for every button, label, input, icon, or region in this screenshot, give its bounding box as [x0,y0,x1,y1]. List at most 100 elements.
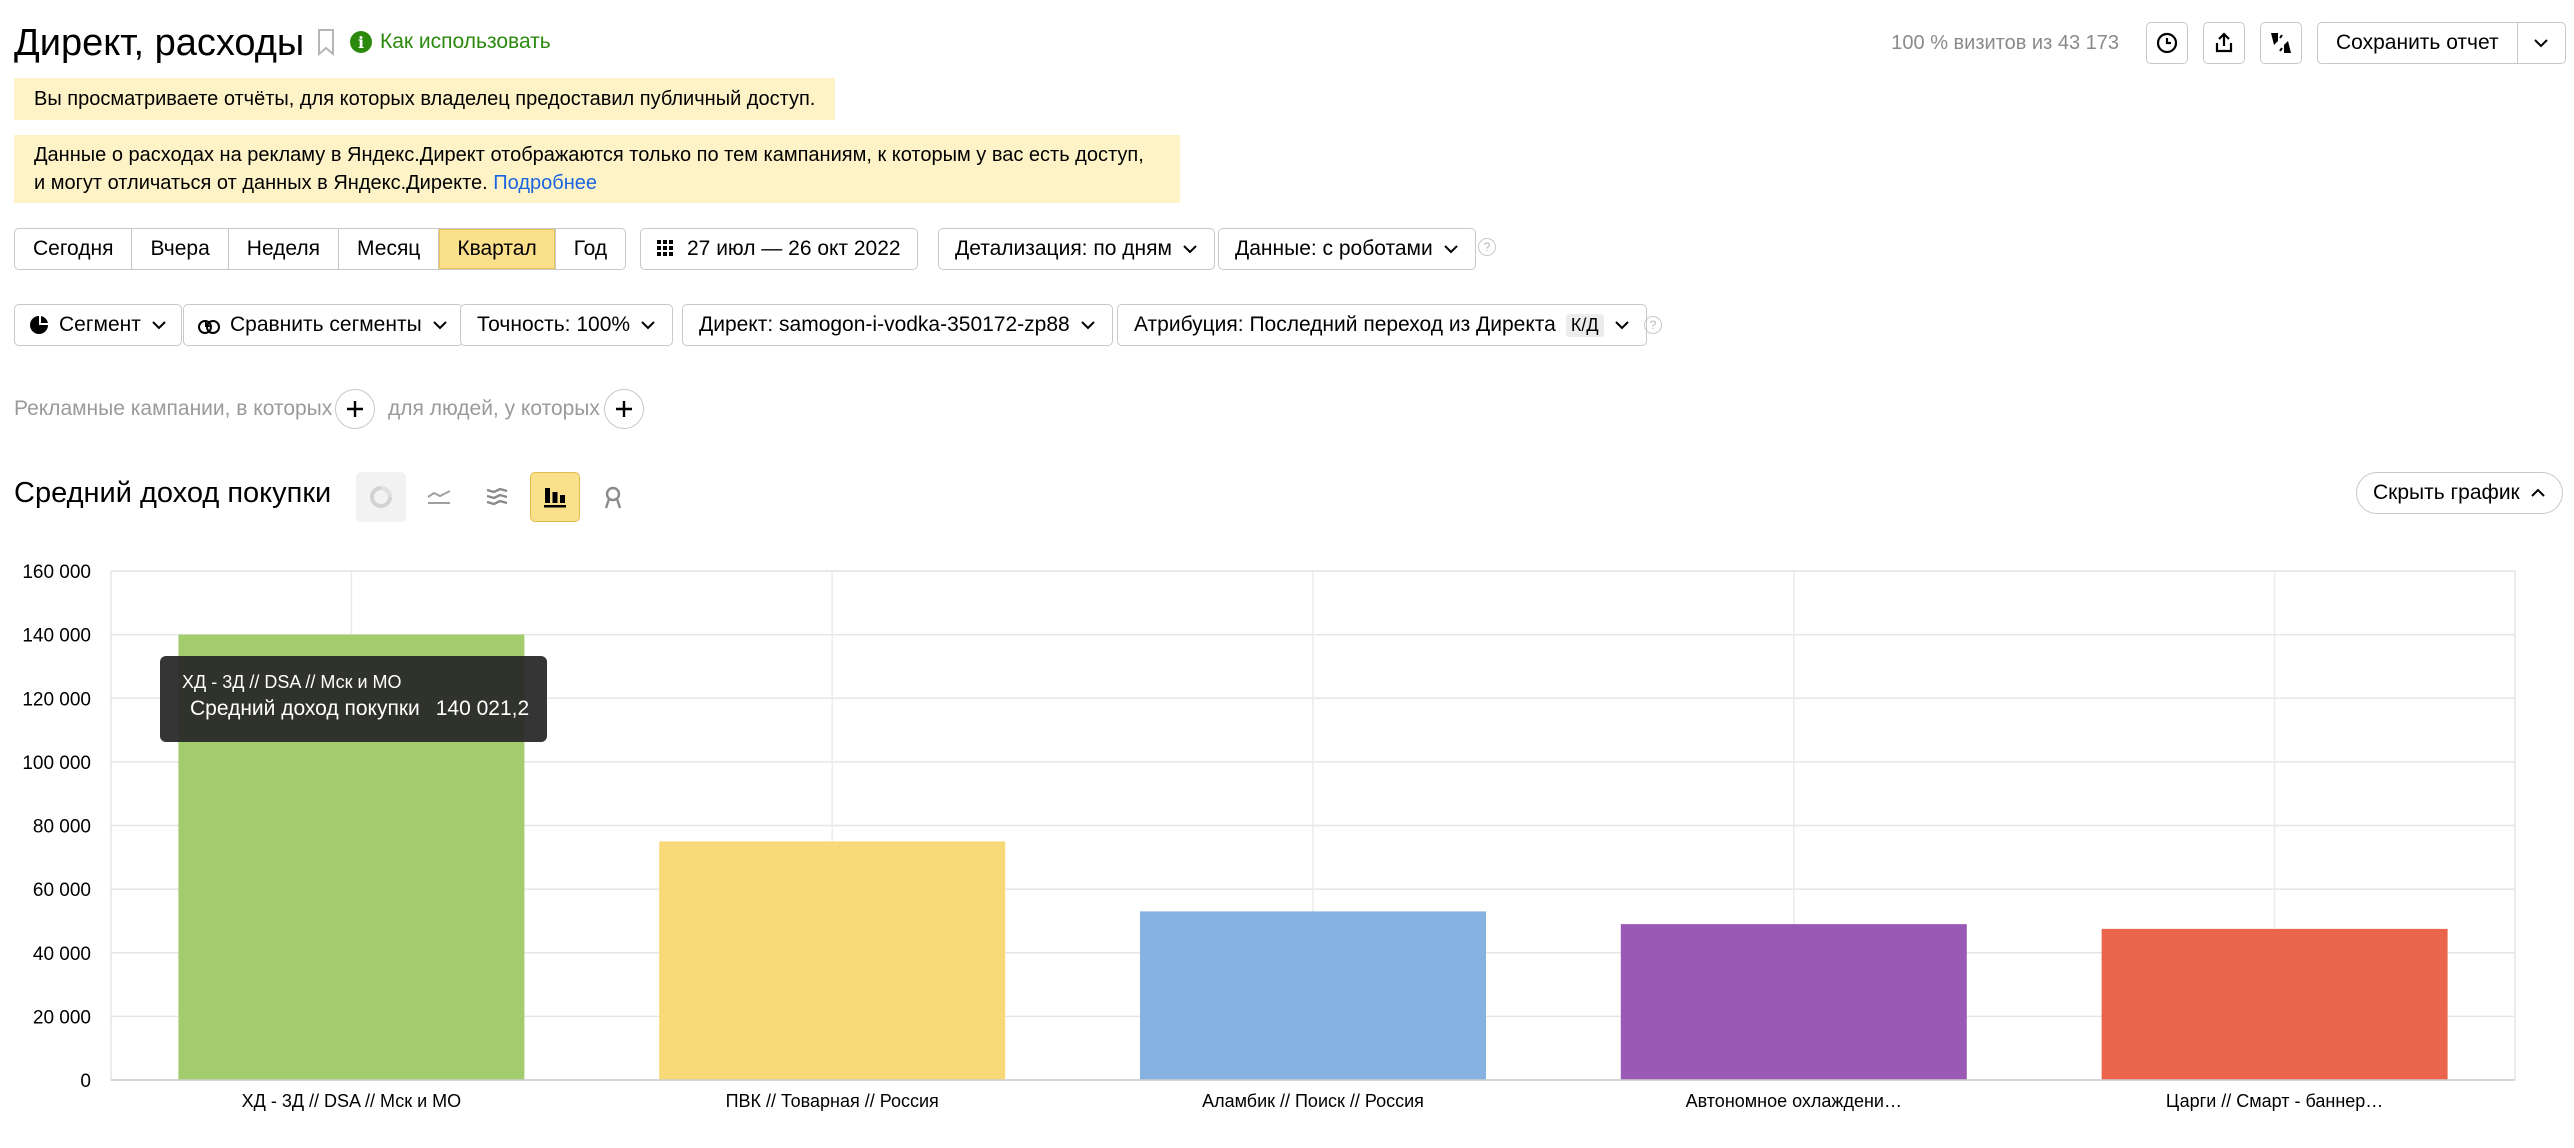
compare-segments-button[interactable]: Сравнить сегменты [183,304,463,346]
thumbs-icon [2271,33,2291,53]
feedback-button[interactable] [2260,22,2302,64]
save-report-dropdown[interactable] [2516,23,2565,63]
tooltip-metric: Средний доход покупки [190,697,420,720]
chevron-down-icon [1080,321,1095,330]
more-link[interactable]: Подробнее [493,172,597,194]
y-tick-label: 120 000 [22,689,91,710]
chart-type-map[interactable] [588,472,638,522]
bar [2101,928,2448,1080]
period-year[interactable]: Год [556,229,625,269]
history-button[interactable] [2146,22,2188,64]
help-icon[interactable]: ? [1644,316,1662,334]
chevron-down-icon [152,321,166,330]
y-tick-label: 20 000 [33,1007,91,1028]
chart-type-bar[interactable] [530,472,580,522]
accuracy-label: Точность: 100% [477,313,631,336]
export-button[interactable] [2203,22,2245,64]
data-mode-dropdown[interactable]: Данные: с роботами [1218,228,1476,270]
line-chart-icon [427,490,451,504]
notice-line-2: и могут отличаться от данных в Яндекс.Ди… [34,169,1160,197]
attribution-label: Атрибуция: Последний переход из Директа [1134,313,1556,336]
chart-title: Средний доход покупки [14,477,332,509]
page-title: Директ, расходы [14,22,305,64]
period-quarter[interactable]: Квартал [439,229,556,269]
clock-icon [2156,32,2178,54]
help-icon[interactable]: ? [1478,238,1496,256]
chevron-down-icon [2534,39,2548,48]
bar-chart-icon [544,488,566,508]
data-mode-label: Данные: с роботами [1235,237,1433,260]
chart-type-area[interactable] [472,472,522,522]
chevron-down-icon [1614,321,1629,330]
y-tick-label: 160 000 [22,562,91,583]
period-week[interactable]: Неделя [229,229,340,269]
direct-account-label: Директ: samogon-i-vodka-350172-zp88 [699,313,1070,336]
period-month[interactable]: Месяц [339,229,440,269]
add-people-filter-button[interactable] [604,389,644,429]
hide-chart-button[interactable]: Скрыть график [2356,472,2563,514]
attribution-badge: К/Д [1565,313,1604,337]
notice-line-2-text: и могут отличаться от данных в Яндекс.Ди… [34,172,488,194]
public-access-notice: Вы просматриваете отчёты, для которых вл… [14,78,836,120]
area-chart-icon [486,487,508,506]
plus-icon [347,401,363,417]
chevron-up-icon [2531,488,2545,497]
notice-line-1: Данные о расходах на рекламу в Яндекс.Ди… [34,144,1144,166]
date-range-label: 27 июл — 26 окт 2022 [687,237,901,260]
detail-label: Детализация: по дням [955,237,1172,260]
bar [1140,911,1486,1080]
direct-account-dropdown[interactable]: Директ: samogon-i-vodka-350172-zp88 [682,304,1113,346]
plus-icon [616,401,632,417]
save-report-group: Сохранить отчет [2317,22,2566,64]
detail-dropdown[interactable]: Детализация: по дням [938,228,1215,270]
visits-sample-info: 100 % визитов из 43 173 [1891,32,2119,54]
y-tick-label: 0 [80,1071,91,1092]
hide-chart-label: Скрыть график [2373,481,2520,504]
chart-tooltip: ХД - 3Д // DSA // Мск и МО Средний доход… [160,656,547,742]
map-pin-icon [604,486,622,509]
attribution-dropdown[interactable]: Атрибуция: Последний переход из Директа … [1117,304,1647,346]
period-today[interactable]: Сегодня [15,229,133,269]
chart-type-line[interactable] [414,472,464,522]
tooltip-row: Средний доход покупки 140 021,2 [182,697,529,721]
tooltip-title: ХД - 3Д // DSA // Мск и МО [182,672,402,692]
how-to-use-link[interactable]: i Как использовать [350,30,551,54]
y-tick-label: 40 000 [33,944,91,965]
share-icon [2215,32,2233,53]
chevron-down-icon [641,321,655,330]
chevron-down-icon [1444,245,1458,254]
accuracy-dropdown[interactable]: Точность: 100% [460,304,674,346]
bookmark-icon[interactable] [316,28,336,56]
pie-icon [30,316,48,334]
x-tick-label: Автономное охлаждени… [1686,1091,1902,1111]
people-filter-text: для людей, у которых [388,397,600,420]
y-tick-label: 100 000 [22,753,91,774]
campaigns-filter-text: Рекламные кампании, в которых [14,397,333,420]
segment-label: Сегмент [59,313,141,336]
direct-data-notice: Данные о расходах на рекламу в Яндекс.Ди… [14,135,1180,203]
bar-chart: 0 20 000 40 000 60 000 80 000 100 000 120 000 1… [22,562,2516,1111]
y-tick-label: 60 000 [33,880,91,901]
compare-icon [198,320,220,334]
bar [659,841,1006,1080]
segment-button[interactable]: Сегмент [14,304,182,346]
chart-type-pie[interactable] [356,472,406,522]
pie-chart-icon [370,486,392,508]
y-tick-label: 140 000 [22,626,91,647]
bar [1620,924,1967,1080]
how-to-use-label: Как использовать [380,30,551,53]
calendar-icon [657,240,673,256]
period-selector: Сегодня Вчера Неделя Месяц Квартал Год [14,228,627,270]
x-tick-label: Царги // Смарт - баннер… [2166,1091,2383,1111]
save-report-button[interactable]: Сохранить отчет [2318,23,2517,63]
x-tick-label: ХД - 3Д // DSA // Мск и МО [242,1091,462,1111]
period-yesterday[interactable]: Вчера [132,229,229,269]
date-range-picker[interactable]: 27 июл — 26 окт 2022 [640,228,918,270]
info-icon: i [350,31,372,53]
chevron-down-icon [432,321,447,330]
x-tick-label: Аламбик // Поиск // Россия [1202,1091,1424,1111]
y-tick-label: 80 000 [33,817,91,838]
add-campaign-filter-button[interactable] [335,389,375,429]
x-tick-label: ПВК // Товарная // Россия [726,1091,939,1111]
compare-label: Сравнить сегменты [230,313,422,336]
